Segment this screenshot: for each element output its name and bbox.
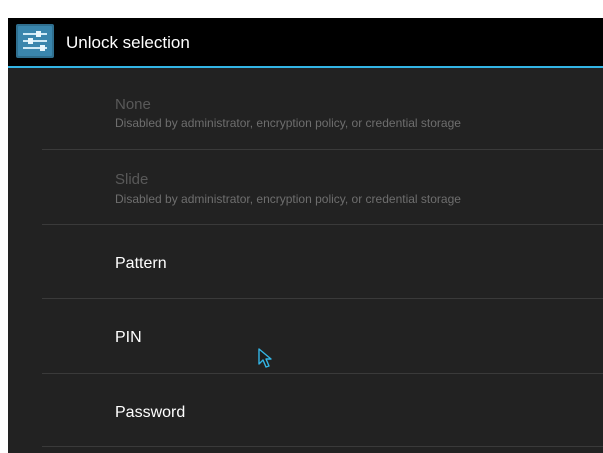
page-title: Unlock selection: [66, 33, 190, 52]
option-label: PIN: [115, 329, 142, 346]
option-none[interactable]: None Disabled by administrator, encrypti…: [8, 68, 603, 148]
option-pattern[interactable]: Pattern: [8, 225, 603, 299]
settings-sliders-icon[interactable]: [16, 24, 54, 58]
action-bar: Unlock selection: [8, 18, 603, 68]
device-screen: Unlock selection None Disabled by admini…: [8, 18, 603, 453]
mouse-pointer-icon: [258, 348, 274, 370]
option-pin[interactable]: PIN: [8, 299, 603, 373]
option-password[interactable]: Password: [8, 374, 603, 446]
option-subtitle: Disabled by administrator, encryption po…: [115, 116, 461, 130]
list-divider: [42, 446, 603, 447]
option-subtitle: Disabled by administrator, encryption po…: [115, 192, 461, 206]
unlock-options-list: None Disabled by administrator, encrypti…: [8, 68, 603, 453]
option-label: Password: [115, 404, 186, 421]
option-slide[interactable]: Slide Disabled by administrator, encrypt…: [8, 150, 603, 225]
option-label: None: [115, 96, 151, 113]
option-label: Slide: [115, 171, 149, 188]
option-label: Pattern: [115, 255, 167, 272]
